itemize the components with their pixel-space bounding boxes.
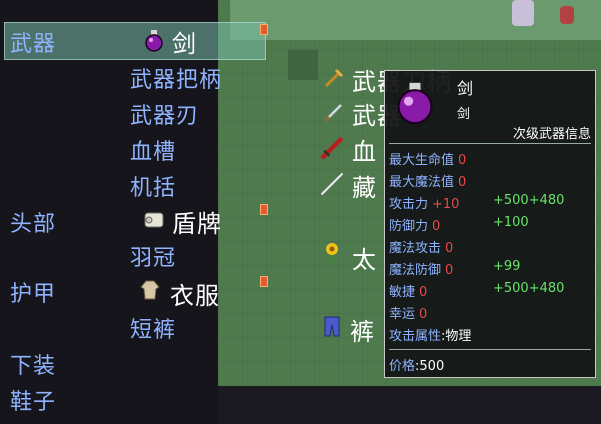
thin-blade-icon xyxy=(320,172,344,196)
stat-row: 敏捷 0 +500+480 xyxy=(389,281,565,300)
stat-row: 魔法攻击 0 xyxy=(389,241,454,256)
stat-row: 最大生命值 0 xyxy=(389,153,467,168)
new-marker-icon xyxy=(260,24,268,35)
scroll-icon xyxy=(144,212,164,228)
red-sword-icon xyxy=(320,136,344,160)
category-armor[interactable]: 护甲 xyxy=(10,276,56,308)
sword-hilt-icon xyxy=(324,68,344,88)
potion-icon xyxy=(145,30,163,52)
tooltip-divider xyxy=(389,349,591,350)
tooltip-info-title: 次级武器信息 xyxy=(512,127,591,142)
slot-blood-groove[interactable]: 血槽 xyxy=(130,134,176,166)
category-pants[interactable]: 下装 xyxy=(10,348,56,380)
category-weapon[interactable]: 武器 xyxy=(10,26,56,58)
npc-sprite xyxy=(512,0,534,26)
slot-mechanism[interactable]: 机括 xyxy=(130,170,176,202)
category-head[interactable]: 头部 xyxy=(10,206,56,238)
tooltip-divider xyxy=(389,143,591,144)
tooltip-item-name: 剑 xyxy=(457,79,474,98)
potion-icon xyxy=(397,82,433,125)
tooltip-item-subname: 剑 xyxy=(457,107,471,122)
blade-icon xyxy=(323,104,342,123)
category-shoes[interactable]: 鞋子 xyxy=(10,384,56,416)
npc-sprite xyxy=(560,6,574,24)
slot-shorts[interactable]: 短裤 xyxy=(130,312,176,344)
game-screen: 武器 头部 护甲 下装 鞋子 武器把柄 武器刃 血槽 机括 羽冠 短裤 剑 盾牌… xyxy=(0,0,601,424)
price-row: 价格:500 xyxy=(389,359,445,374)
stat-row: 防御力 0 +100 xyxy=(389,215,529,234)
inventory-item-name[interactable]: 裤 xyxy=(350,312,375,347)
stat-row: 攻击力 +10 +500+480 xyxy=(389,193,565,212)
stat-row: 魔法防御 0 +99 xyxy=(389,259,521,278)
map-top-strip xyxy=(230,0,601,40)
inventory-item-name[interactable]: 太 xyxy=(352,240,377,275)
item-tooltip: 剑 剑 次级武器信息 最大生命值 0 最大魔法值 0 攻击力 +10 +500+480 … xyxy=(384,70,596,378)
stat-row: 幸运 0 xyxy=(389,307,428,322)
inventory-item-name[interactable]: 藏 xyxy=(352,168,377,203)
slot-plume[interactable]: 羽冠 xyxy=(130,240,176,272)
flower-icon xyxy=(326,243,338,263)
equipped-armor-name[interactable]: 衣服 xyxy=(170,276,220,311)
equipped-head-name[interactable]: 盾牌 xyxy=(172,204,222,239)
robe-icon xyxy=(140,280,160,300)
pants-icon xyxy=(324,316,340,337)
stat-row: 最大魔法值 0 xyxy=(389,175,467,190)
slot-weapon-blade[interactable]: 武器刃 xyxy=(130,98,199,130)
new-marker-icon xyxy=(260,204,268,215)
new-marker-icon xyxy=(260,276,268,287)
map-tile xyxy=(288,50,318,80)
attack-attribute-row: 攻击属性:物理 xyxy=(389,329,472,344)
inventory-item-name[interactable]: 血 xyxy=(352,132,377,167)
equipped-weapon-name[interactable]: 剑 xyxy=(172,24,197,59)
slot-weapon-handle[interactable]: 武器把柄 xyxy=(130,62,222,94)
